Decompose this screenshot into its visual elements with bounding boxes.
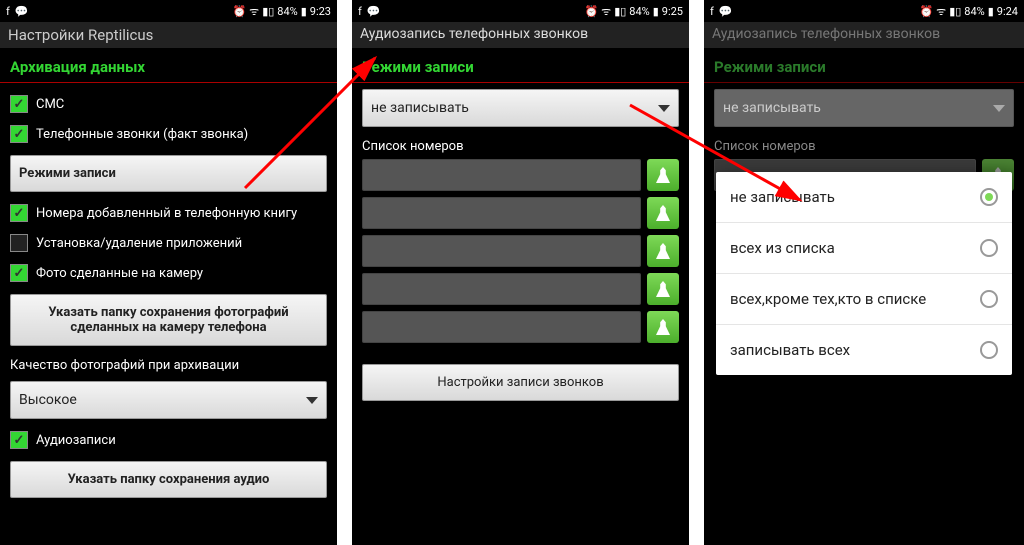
checkbox-contacts[interactable]: Номера добавленный в телефонную книгу: [0, 198, 337, 228]
phone-number-input[interactable]: [362, 311, 641, 343]
section-title: Режими записи: [352, 48, 689, 83]
phone-number-input[interactable]: [362, 197, 641, 229]
mode-dropdown[interactable]: не записывать: [362, 89, 679, 127]
checkbox-photos[interactable]: Фото сделанные на камеру: [0, 258, 337, 288]
signal-icon: ▮▯: [614, 5, 626, 18]
popup-option-1[interactable]: всех из списка: [716, 223, 1012, 274]
wifi-icon: ᯤ: [936, 4, 946, 19]
record-modes-button[interactable]: Режими записи: [10, 155, 327, 192]
number-row: [352, 232, 689, 270]
dropdown-value: Высокое: [19, 392, 77, 408]
chevron-down-icon: [993, 105, 1005, 112]
phone-number-input[interactable]: [362, 235, 641, 267]
option-label: не записывать: [730, 188, 835, 206]
option-label: всех,кроме тех,кто в списке: [730, 290, 926, 308]
alarm-icon: ⏰: [919, 5, 933, 18]
checkbox-sms[interactable]: СМС: [0, 89, 337, 119]
facebook-icon: f: [358, 5, 362, 18]
popup-option-3[interactable]: записывать всех: [716, 325, 1012, 375]
battery-icon: ▮: [988, 5, 994, 18]
check-icon: [10, 204, 28, 222]
chat-icon: 💬: [15, 5, 29, 18]
option-label: всех из списка: [730, 239, 835, 257]
status-bar: f 💬 ⏰ ᯤ ▮▯ 84% ▮ 9:24: [704, 0, 1024, 22]
checkbox-apps[interactable]: Установка/удаление приложений: [0, 228, 337, 258]
numbers-list-label: Список номеров: [704, 133, 1024, 156]
battery-label: 84%: [277, 5, 297, 18]
chat-icon: 💬: [367, 5, 381, 18]
wifi-icon: ᯤ: [249, 4, 259, 19]
audio-folder-button[interactable]: Указать папку сохранения аудио: [10, 461, 327, 498]
contact-picker-button[interactable]: [647, 197, 679, 229]
checkbox-label: Телефонные звонки (факт звонка): [36, 127, 248, 142]
contact-picker-button[interactable]: [647, 235, 679, 267]
radio-icon: [980, 341, 998, 359]
phone-number-input[interactable]: [362, 273, 641, 305]
alarm-icon: ⏰: [232, 5, 246, 18]
photo-folder-button[interactable]: Указать папку сохранения фотографий сдел…: [10, 294, 327, 346]
check-icon: [10, 95, 28, 113]
phone-screen-2: f 💬 ⏰ ᯤ ▮▯ 84% ▮ 9:25 Аудиозапись телефо…: [352, 0, 689, 545]
signal-icon: ▮▯: [949, 5, 961, 18]
checkbox-label: СМС: [36, 97, 64, 112]
app-bar: Аудиозапись телефонных звонков: [352, 22, 689, 48]
checkbox-label: Установка/удаление приложений: [36, 236, 242, 251]
checkbox-label: Номера добавленный в телефонную книгу: [36, 206, 297, 221]
battery-label: 84%: [964, 5, 984, 18]
contact-picker-button[interactable]: [647, 273, 679, 305]
phone-number-input[interactable]: [362, 159, 641, 191]
number-row: [352, 308, 689, 346]
signal-icon: ▮▯: [262, 5, 274, 18]
checkbox-label: Фото сделанные на камеру: [36, 266, 203, 281]
facebook-icon: f: [710, 5, 714, 18]
phone-screen-1: f 💬 ⏰ ᯤ ▮▯ 84% ▮ 9:23 Настройки Reptilic…: [0, 0, 337, 545]
wifi-icon: ᯤ: [601, 4, 611, 19]
dropdown-value: не записывать: [723, 100, 821, 116]
chevron-down-icon: [658, 105, 670, 112]
mode-select-popup: не записывать всех из списка всех,кроме …: [716, 172, 1012, 375]
contact-picker-button[interactable]: [647, 311, 679, 343]
facebook-icon: f: [6, 5, 10, 18]
alarm-icon: ⏰: [584, 5, 598, 18]
battery-label: 84%: [629, 5, 649, 18]
phone-screen-3: f 💬 ⏰ ᯤ ▮▯ 84% ▮ 9:24 Аудиозапись телефо…: [704, 0, 1024, 545]
check-icon: [10, 264, 28, 282]
app-bar: Аудиозапись телефонных звонков: [704, 22, 1024, 48]
check-icon: [10, 125, 28, 143]
number-row: [352, 156, 689, 194]
battery-icon: ▮: [301, 5, 307, 18]
clock-label: 9:24: [997, 5, 1018, 18]
section-title: Архивация данных: [0, 48, 337, 83]
clock-label: 9:23: [310, 5, 331, 18]
contact-picker-button[interactable]: [647, 159, 679, 191]
checkbox-calls[interactable]: Телефонные звонки (факт звонка): [0, 119, 337, 149]
mode-dropdown[interactable]: не записывать: [714, 89, 1014, 127]
radio-icon: [980, 290, 998, 308]
status-bar: f 💬 ⏰ ᯤ ▮▯ 84% ▮ 9:25: [352, 0, 689, 22]
quality-dropdown[interactable]: Высокое: [10, 381, 327, 419]
call-record-settings-button[interactable]: Настройки записи звонков: [362, 364, 679, 401]
chevron-down-icon: [306, 397, 318, 404]
popup-option-0[interactable]: не записывать: [716, 172, 1012, 223]
number-row: [352, 270, 689, 308]
clock-label: 9:25: [662, 5, 683, 18]
numbers-list-label: Список номеров: [352, 133, 689, 156]
checkbox-label: Аудиозаписи: [36, 433, 116, 448]
radio-icon: [980, 188, 998, 206]
quality-label: Качество фотографий при архивации: [0, 352, 337, 375]
chat-icon: 💬: [719, 5, 733, 18]
check-icon: [10, 234, 28, 252]
radio-icon: [980, 239, 998, 257]
checkbox-audio[interactable]: Аудиозаписи: [0, 425, 337, 455]
check-icon: [10, 431, 28, 449]
battery-icon: ▮: [653, 5, 659, 18]
section-title: Режими записи: [704, 48, 1024, 83]
app-bar: Настройки Reptilicus: [0, 22, 337, 48]
number-row: [352, 194, 689, 232]
option-label: записывать всех: [730, 341, 850, 359]
popup-option-2[interactable]: всех,кроме тех,кто в списке: [716, 274, 1012, 325]
status-bar: f 💬 ⏰ ᯤ ▮▯ 84% ▮ 9:23: [0, 0, 337, 22]
dropdown-value: не записывать: [371, 100, 469, 116]
